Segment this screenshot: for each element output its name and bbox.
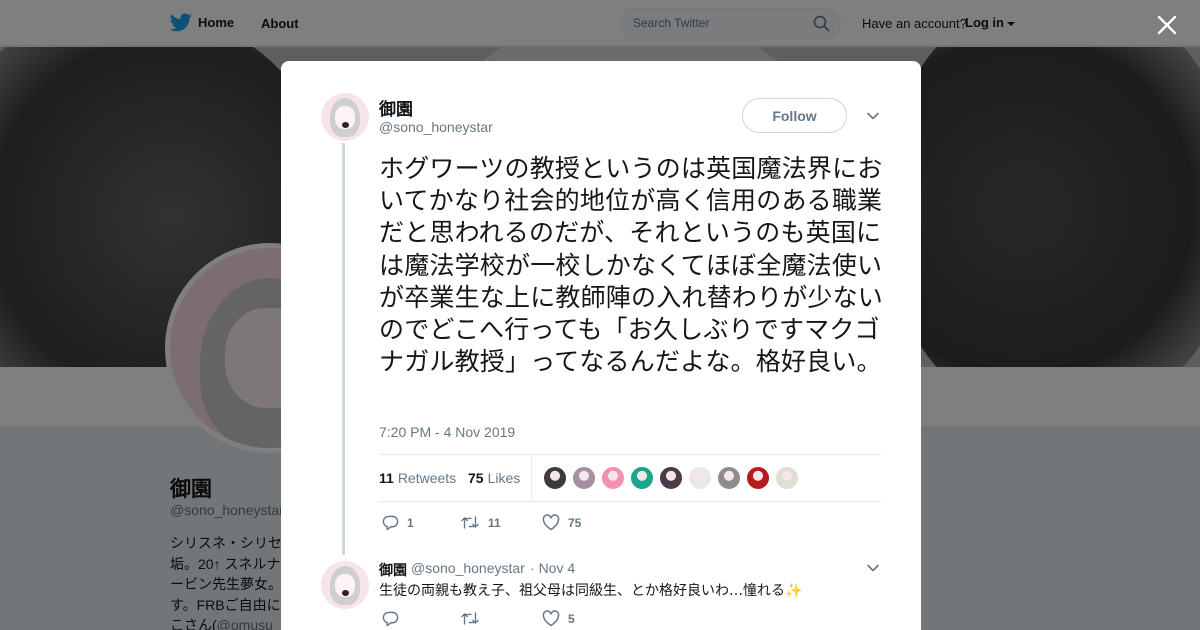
like-count: 75 — [568, 515, 582, 530]
tweet-text: ホグワーツの教授というのは英国魔法界においてかなり社会的地位が高く信用のある職業… — [379, 154, 884, 377]
chevron-down-icon[interactable] — [866, 109, 880, 123]
retweet-count: 11 — [488, 515, 501, 530]
tweet-stats: 11 Retweets 75 Likes — [379, 454, 881, 502]
retweet-button[interactable]: 11 — [460, 514, 542, 531]
liker-avatar[interactable] — [688, 466, 712, 490]
liker-avatar[interactable] — [572, 466, 596, 490]
liker-avatar[interactable] — [543, 466, 567, 490]
tweet-author-avatar[interactable] — [321, 93, 369, 141]
reply-reply-button[interactable] — [382, 610, 460, 627]
reply-count: 1 — [407, 515, 414, 530]
likes-count: 75 — [468, 470, 484, 486]
tweet-actions: 1 11 75 — [382, 514, 581, 531]
reply-author-avatar[interactable] — [321, 561, 369, 609]
liker-avatar[interactable] — [746, 466, 770, 490]
thread-connector-line — [342, 143, 345, 555]
reply-date-text: Nov 4 — [538, 560, 576, 576]
liker-avatar[interactable] — [601, 466, 625, 490]
reply-text: 生徒の両親も教え子、祖父母は同級生、とか格好良いわ…憧れる✨ — [379, 580, 802, 600]
retweets-count: 11 — [379, 470, 394, 486]
reply-date-separator: · — [530, 560, 535, 576]
reply-author-handle[interactable]: @sono_honeystar — [411, 560, 525, 576]
tweet-timestamp[interactable]: 7:20 PM - 4 Nov 2019 — [379, 424, 515, 440]
reply-icon — [382, 611, 399, 627]
stats-divider — [531, 455, 532, 501]
liker-avatar[interactable] — [659, 466, 683, 490]
likes-stat[interactable]: 75 Likes — [468, 470, 520, 486]
likes-label: Likes — [487, 470, 521, 486]
sparkles-emoji: ✨ — [785, 583, 803, 599]
reply-button[interactable]: 1 — [382, 514, 460, 531]
reply-author-name[interactable]: 御園 — [379, 560, 407, 580]
liker-avatars — [543, 466, 799, 490]
retweets-label: Retweets — [397, 470, 457, 486]
reply-text-body: 生徒の両親も教え子、祖父母は同級生、とか格好良いわ…憧れる — [379, 583, 785, 599]
tweet-author-handle[interactable]: @sono_honeystar — [379, 119, 493, 135]
close-modal-button[interactable] — [1154, 12, 1180, 38]
liker-avatar[interactable] — [775, 466, 799, 490]
liker-avatar[interactable] — [717, 466, 741, 490]
retweet-icon — [461, 612, 479, 625]
heart-icon — [542, 610, 560, 627]
follow-button[interactable]: Follow — [742, 98, 847, 133]
reply-chevron-down-icon[interactable] — [866, 561, 880, 575]
retweet-icon — [461, 516, 479, 529]
reply-like-count: 5 — [568, 611, 575, 626]
heart-icon — [542, 514, 560, 531]
reply-icon — [382, 515, 399, 531]
reply-date[interactable]: · Nov 4 — [530, 560, 575, 576]
like-button[interactable]: 75 — [542, 514, 581, 531]
retweets-stat[interactable]: 11 Retweets — [379, 470, 456, 486]
reply-retweet-button[interactable] — [460, 610, 542, 627]
tweet-author-name[interactable]: 御園 — [379, 95, 413, 120]
liker-avatar[interactable] — [630, 466, 654, 490]
reply-like-button[interactable]: 5 — [542, 610, 575, 627]
reply-actions: 5 — [382, 610, 575, 627]
close-icon — [1157, 15, 1177, 35]
